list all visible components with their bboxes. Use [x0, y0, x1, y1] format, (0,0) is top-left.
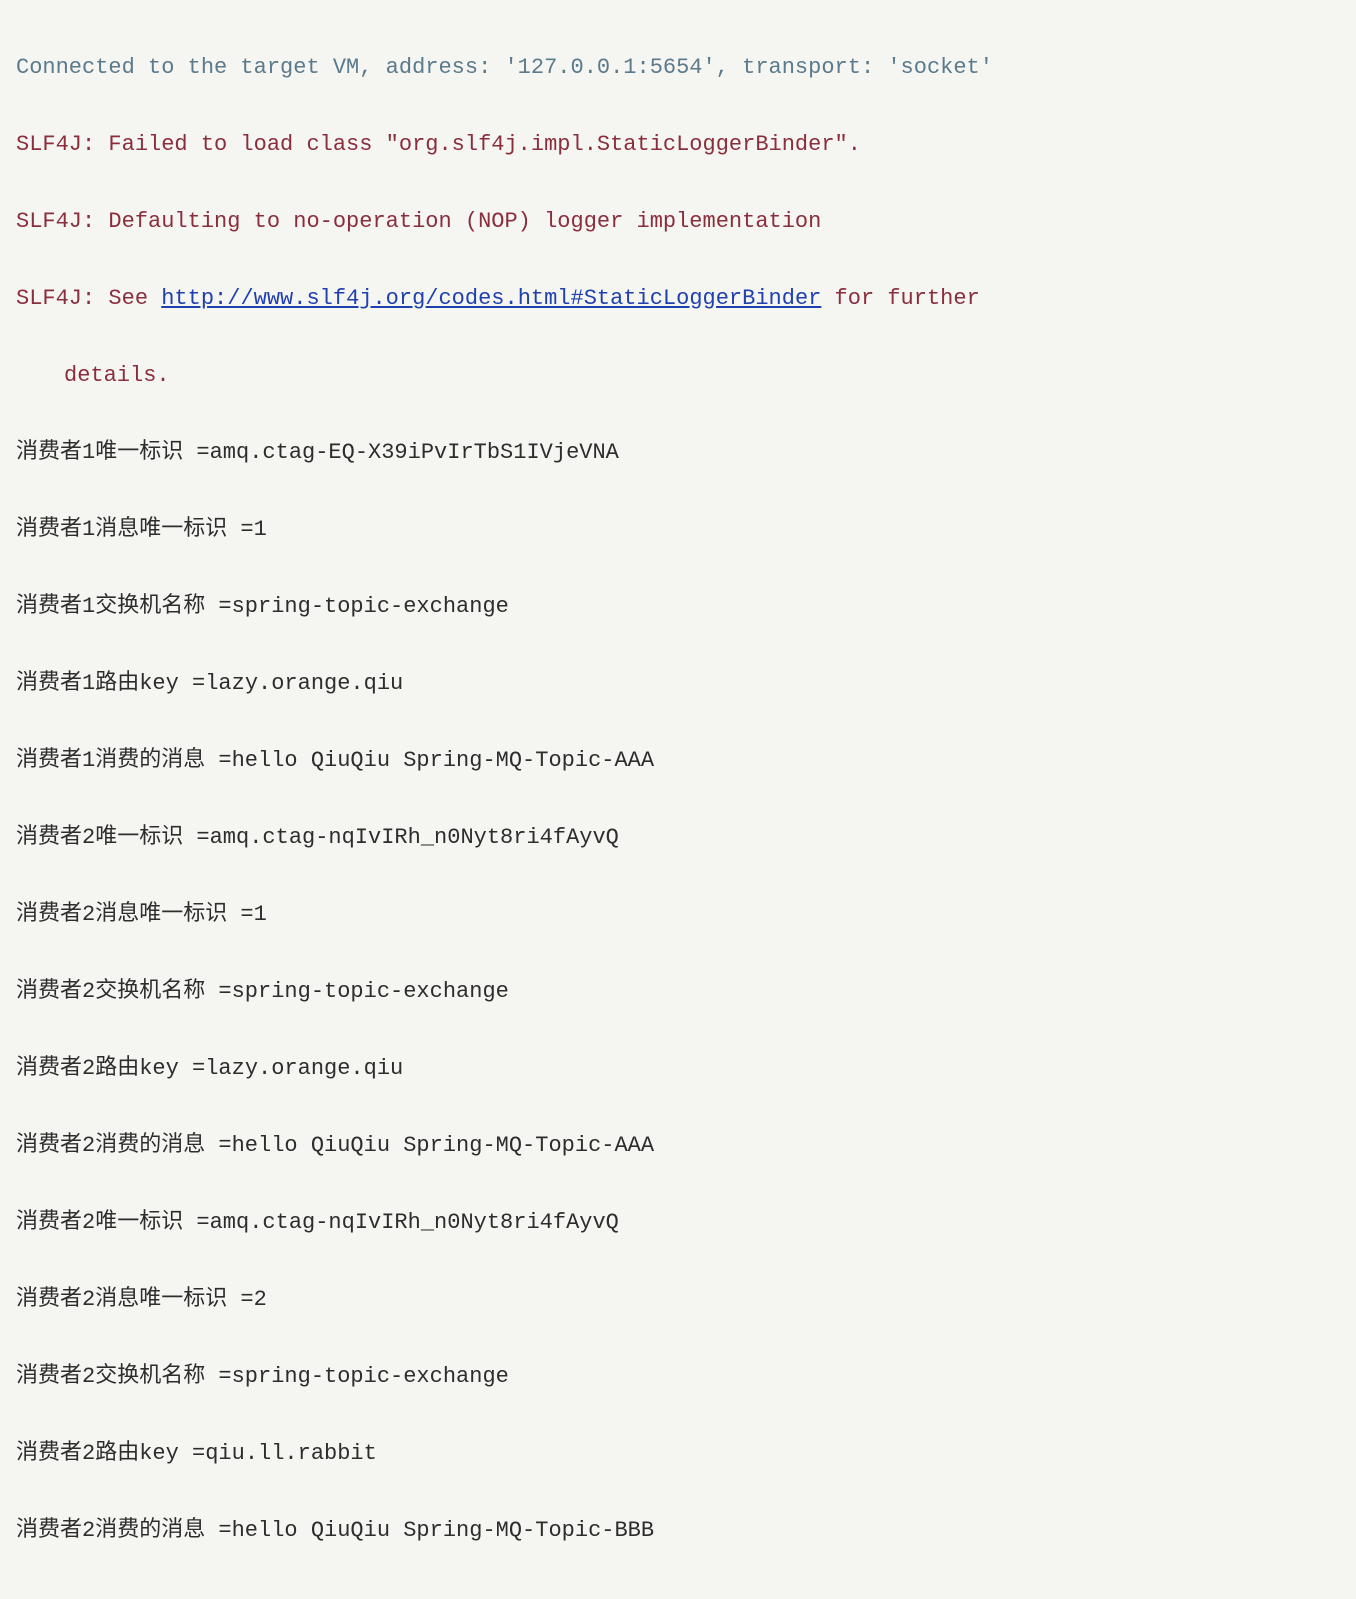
log-line-13: 消费者2交换机名称 =spring-topic-exchange: [16, 973, 1340, 1012]
vm-connect-line: Connected to the target VM, address: '12…: [16, 49, 1340, 88]
log-line-9: 消费者1路由key =lazy.orange.qiu: [16, 665, 1340, 704]
log-line-15: 消费者2消费的消息 =hello QiuQiu Spring-MQ-Topic-…: [16, 1127, 1340, 1166]
slf4j-error-line-4: details.: [16, 357, 1340, 396]
log-line-11: 消费者2唯一标识 =amq.ctag-nqIvIRh_n0Nyt8ri4fAyv…: [16, 819, 1340, 858]
log-line-8: 消费者1交换机名称 =spring-topic-exchange: [16, 588, 1340, 627]
slf4j-error-line-2: SLF4J: Defaulting to no-operation (NOP) …: [16, 203, 1340, 242]
slf4j-see-suffix: for further: [821, 286, 979, 311]
log-line-19: 消费者2路由key =qiu.ll.rabbit: [16, 1435, 1340, 1474]
log-line-12: 消费者2消息唯一标识 =1: [16, 896, 1340, 935]
slf4j-see-prefix: SLF4J: See: [16, 286, 161, 311]
log-line-7: 消费者1消息唯一标识 =1: [16, 511, 1340, 550]
log-line-18: 消费者2交换机名称 =spring-topic-exchange: [16, 1358, 1340, 1397]
slf4j-doc-link[interactable]: http://www.slf4j.org/codes.html#StaticLo…: [161, 286, 821, 311]
log-line-20: 消费者2消费的消息 =hello QiuQiu Spring-MQ-Topic-…: [16, 1512, 1340, 1551]
log-line-16: 消费者2唯一标识 =amq.ctag-nqIvIRh_n0Nyt8ri4fAyv…: [16, 1204, 1340, 1243]
log-line-10: 消费者1消费的消息 =hello QiuQiu Spring-MQ-Topic-…: [16, 742, 1340, 781]
slf4j-error-line-1: SLF4J: Failed to load class "org.slf4j.i…: [16, 126, 1340, 165]
log-line-14: 消费者2路由key =lazy.orange.qiu: [16, 1050, 1340, 1089]
slf4j-error-line-3: SLF4J: See http://www.slf4j.org/codes.ht…: [16, 280, 1340, 319]
slf4j-details: details.: [16, 357, 170, 396]
log-line-6: 消费者1唯一标识 =amq.ctag-EQ-X39iPvIrTbS1IVjeVN…: [16, 434, 1340, 473]
log-line-17: 消费者2消息唯一标识 =2: [16, 1281, 1340, 1320]
console-output: Connected to the target VM, address: '12…: [16, 10, 1340, 1589]
